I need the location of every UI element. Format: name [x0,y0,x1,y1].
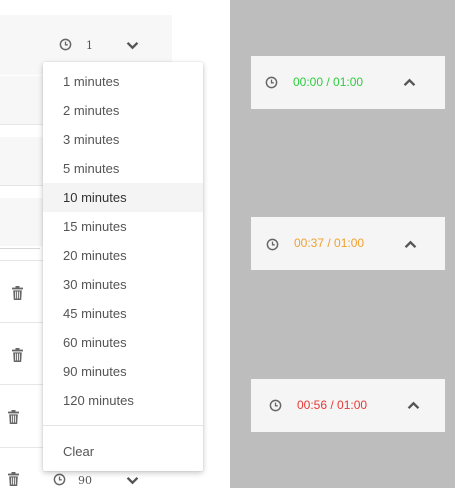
duration-option[interactable]: 45 minutes [43,299,203,328]
clock-icon [266,238,279,251]
duration-dropdown: 1 minutes 2 minutes 3 minutes 5 minutes … [43,62,203,471]
timer-card: 00:56 / 01:00 [251,379,445,432]
duration-option[interactable]: 5 minutes [43,154,203,183]
trash-icon[interactable] [12,286,23,300]
trash-icon[interactable] [8,410,19,424]
clear-option[interactable]: Clear [43,437,203,466]
duration-option-selected[interactable]: 10 minutes [43,183,203,212]
duration-option[interactable]: 120 minutes [43,386,203,415]
dropdown-divider [43,425,203,426]
trash-icon[interactable] [8,472,19,486]
timer-elapsed: 00:56 / 01:00 [297,398,368,412]
duration-option[interactable]: 90 minutes [43,357,203,386]
chevron-up-icon[interactable] [407,401,420,410]
duration-option[interactable]: 30 minutes [43,270,203,299]
duration-option[interactable]: 2 minutes [43,96,203,125]
chevron-down-icon[interactable] [126,41,139,50]
chevron-up-icon[interactable] [403,78,416,87]
duration-value: 1 [86,39,93,52]
clock-icon [269,399,282,412]
duration-value: 90 [78,474,92,487]
clock-icon [59,38,72,51]
duration-option[interactable]: 60 minutes [43,328,203,357]
trash-icon[interactable] [12,348,23,362]
duration-option[interactable]: 15 minutes [43,212,203,241]
timer-card: 00:00 / 01:00 [251,56,445,109]
clock-icon [53,473,66,486]
timer-elapsed: 00:00 / 01:00 [293,75,364,89]
row-divider [0,248,40,249]
clock-icon [265,76,278,89]
duration-option[interactable]: 1 minutes [43,67,203,96]
chevron-down-icon[interactable] [126,476,139,485]
chevron-up-icon[interactable] [404,240,417,249]
timer-card: 00:37 / 01:00 [251,217,445,270]
duration-option[interactable]: 3 minutes [43,125,203,154]
timer-elapsed: 00:37 / 01:00 [294,236,365,250]
duration-option[interactable]: 20 minutes [43,241,203,270]
